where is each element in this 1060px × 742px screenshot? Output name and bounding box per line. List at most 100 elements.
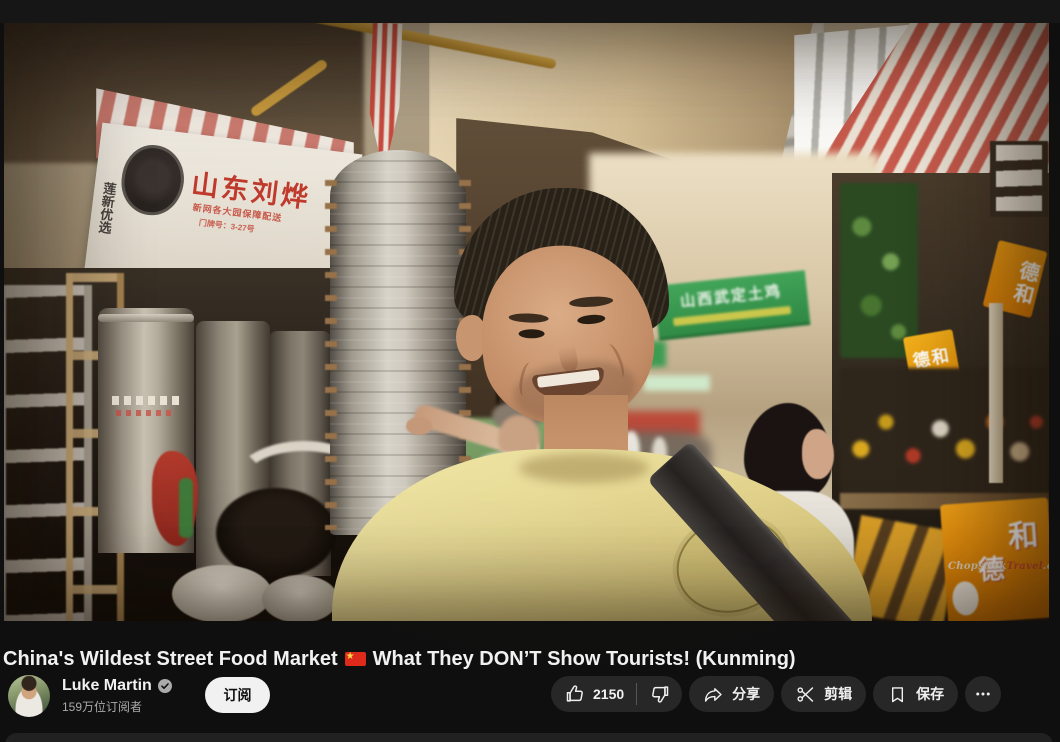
like-button[interactable]: 2150	[551, 676, 636, 712]
video-title-part2: What They DON’T Show Tourists! (Kunming)	[373, 648, 796, 671]
awning-dark-edge	[864, 403, 1049, 493]
video-title: China's Wildest Street Food Market ★ Wha…	[3, 644, 1053, 674]
light-pole	[989, 303, 1003, 483]
alley-red-awning-far	[616, 411, 700, 437]
china-flag-icon: ★	[345, 652, 366, 666]
counter-edge	[840, 493, 1049, 509]
shop-sign-upper: 德和	[983, 240, 1048, 318]
steel-drum-large	[98, 308, 194, 553]
steamer-tower	[330, 150, 466, 535]
man-neck	[544, 395, 628, 475]
alley-light-sign-far	[644, 375, 710, 391]
like-count: 2150	[593, 686, 624, 702]
tower-seams	[330, 150, 466, 535]
man-nose-shadow	[556, 339, 579, 374]
bystander-torso	[456, 453, 556, 578]
tower-knobs-right	[459, 180, 471, 530]
verified-badge-icon	[158, 679, 172, 693]
share-icon	[703, 684, 724, 705]
pedestrian-2	[652, 437, 667, 473]
man-stubble	[511, 355, 639, 427]
shop-sign-front: 德 和	[940, 497, 1049, 621]
stall-emblem-icon	[118, 142, 188, 219]
left-stall-signboard: 莲新优选 山东刘烨 新网各大园保障配送 门牌号：3-27号	[84, 123, 363, 309]
drum-rim	[98, 314, 194, 322]
woman-body	[736, 491, 854, 621]
steel-drum-3	[269, 331, 331, 576]
gas-pipe-vertical	[576, 278, 589, 478]
bystander-arm	[412, 402, 543, 461]
more-dots-icon	[974, 685, 992, 703]
video-player[interactable]: 莲新优选 山东刘烨 新网各大园保障配送 门牌号：3-27号 山西武定土鸡 德和	[4, 23, 1049, 621]
white-bowl-1	[172, 565, 272, 621]
like-dislike-pill: 2150	[551, 676, 682, 712]
shop-sign-lower: 德和	[903, 329, 961, 389]
striped-flag	[367, 23, 402, 173]
subscribe-button[interactable]: 订阅	[205, 677, 270, 713]
man-yellow-shirt	[332, 449, 872, 621]
foliage-display	[840, 183, 918, 358]
market-roof-beams	[564, 23, 824, 298]
price-tags	[996, 145, 1042, 211]
woman-face	[802, 429, 834, 479]
green-hanging-sign: 山西武定土鸡	[654, 270, 811, 341]
man-eye-left	[519, 329, 545, 338]
dislike-button[interactable]	[637, 676, 682, 712]
price-tag-board	[990, 141, 1048, 217]
panel-frame	[496, 238, 624, 406]
bookmark-icon	[887, 684, 908, 705]
save-button[interactable]: 保存	[873, 676, 958, 712]
shop-front-char1: 德	[977, 549, 1006, 588]
durian-stem	[712, 510, 721, 527]
right-stall-backdrop	[832, 173, 1049, 621]
green-strap	[179, 478, 193, 538]
counter-posters	[844, 515, 959, 621]
bystander-head	[498, 415, 540, 461]
awning-wood-band	[804, 203, 1049, 383]
pedestrian-1	[622, 431, 640, 475]
stall-sign-address-text: 门牌号：3-27号	[198, 217, 255, 235]
man-hair	[454, 188, 669, 338]
gas-pipe-horizontal	[231, 23, 557, 69]
man-eyebrow-right	[569, 295, 614, 308]
channel-name-text: Luke Martin	[62, 677, 152, 695]
woman-hair	[744, 403, 832, 501]
drum-label-row2	[116, 410, 174, 416]
man-eyebrow-left	[509, 313, 549, 323]
man-ear	[456, 315, 486, 361]
tower-knobs-left	[325, 180, 337, 530]
smile-crease-left	[517, 361, 536, 397]
subscriber-count: 159万位订阅者	[62, 698, 142, 715]
clip-button[interactable]: 剪辑	[781, 676, 866, 712]
dark-wok	[216, 488, 336, 578]
man-teeth	[537, 369, 600, 387]
durian-print	[665, 504, 799, 621]
man-face	[471, 235, 664, 435]
dark-wood-panel	[456, 118, 691, 598]
shop-logo-oval	[951, 580, 979, 616]
scissors-icon	[795, 684, 816, 705]
more-actions-button[interactable]	[965, 676, 1001, 712]
red-cloth	[152, 451, 198, 546]
share-button[interactable]: 分享	[689, 676, 774, 712]
tan-ladder	[66, 273, 124, 621]
striped-awning-right	[784, 23, 1049, 343]
smile-crease-right	[603, 342, 628, 380]
green-stall-behind	[459, 418, 554, 543]
man-smile	[532, 367, 607, 402]
collar-shadow	[519, 453, 649, 483]
channel-avatar[interactable]	[8, 675, 50, 717]
channel-name[interactable]: Luke Martin	[62, 675, 172, 697]
white-bowl-2	[262, 575, 338, 621]
canopy-tarp	[429, 23, 814, 523]
vignette-overlay	[4, 23, 1049, 621]
share-label: 分享	[732, 684, 760, 704]
watermark-word1: Chopstick	[948, 561, 1007, 572]
watermark-word3: .com	[1043, 561, 1049, 572]
green-sign-text: 山西武定土鸡	[654, 277, 807, 314]
stall-interior	[4, 268, 364, 621]
thumbs-down-icon	[649, 683, 671, 705]
stall-sign-sub-text: 新网各大园保障配送	[192, 200, 283, 224]
description-box[interactable]	[5, 733, 1053, 742]
left-eave-shadow	[4, 23, 364, 163]
